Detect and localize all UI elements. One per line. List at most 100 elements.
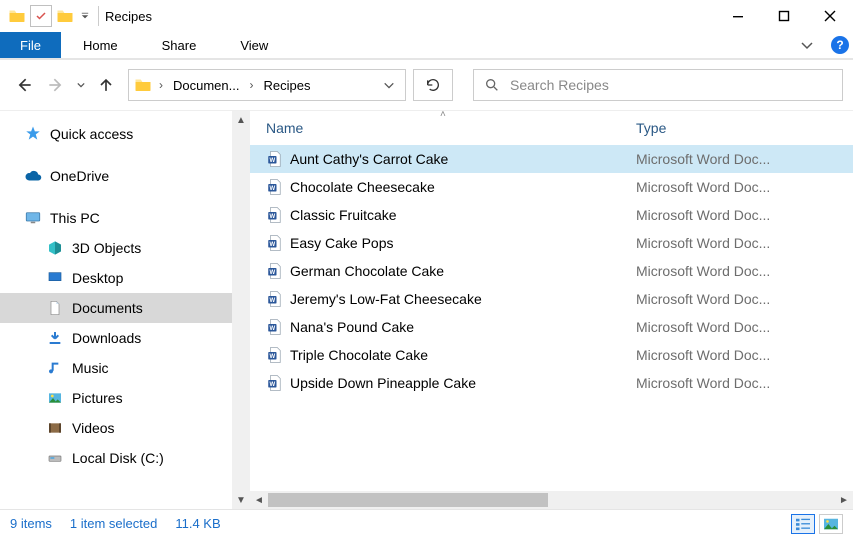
column-header-label: Name: [266, 120, 303, 136]
sidebar-item-pictures[interactable]: Pictures: [0, 383, 250, 413]
sidebar-item-music[interactable]: Music: [0, 353, 250, 383]
file-name: Easy Cake Pops: [290, 235, 636, 251]
file-row[interactable]: WTriple Chocolate CakeMicrosoft Word Doc…: [250, 341, 853, 369]
word-doc-icon: W: [266, 262, 290, 280]
download-icon: [46, 329, 64, 347]
file-row[interactable]: W Chocolate CheesecakeMicrosoft Word Doc.…: [250, 173, 853, 201]
pictures-icon: [46, 389, 64, 407]
sort-indicator-icon: ˄: [440, 109, 446, 120]
ribbon-expand-icon[interactable]: [787, 32, 827, 58]
scrollbar-thumb[interactable]: [268, 493, 548, 507]
file-tab[interactable]: File: [0, 32, 61, 58]
sidebar-item-label: This PC: [50, 210, 100, 226]
thumbnails-view-button[interactable]: [819, 514, 843, 534]
breadcrumb-documents[interactable]: Documen...: [167, 78, 245, 93]
scroll-left-icon[interactable]: ◄: [250, 491, 268, 509]
document-icon: [46, 299, 64, 317]
sidebar-item-this-pc[interactable]: This PC: [0, 203, 250, 233]
sidebar-scrollbar[interactable]: ▲ ▼: [232, 111, 250, 509]
back-button[interactable]: [10, 71, 38, 99]
file-name: Jeremy's Low-Fat Cheesecake: [290, 291, 636, 307]
details-view-button[interactable]: [791, 514, 815, 534]
breadcrumb-recipes[interactable]: Recipes: [257, 78, 316, 93]
separator: [98, 6, 99, 26]
cube-icon: [46, 239, 64, 257]
svg-text:W: W: [270, 186, 276, 192]
address-bar[interactable]: › Documen... › Recipes: [128, 69, 406, 101]
sidebar-item-onedrive[interactable]: OneDrive: [0, 161, 250, 191]
tab-share[interactable]: Share: [140, 32, 219, 58]
scroll-down-icon[interactable]: ▼: [232, 491, 250, 509]
column-headers: Name Type: [250, 111, 853, 145]
sidebar-item-3d-objects[interactable]: 3D Objects: [0, 233, 250, 263]
svg-text:W: W: [270, 242, 276, 248]
help-icon: ?: [831, 36, 849, 54]
sidebar-item-local-disk[interactable]: Local Disk (C:): [0, 443, 250, 473]
tab-view[interactable]: View: [218, 32, 290, 58]
sidebar-item-documents[interactable]: Documents: [0, 293, 250, 323]
file-name: Nana's Pound Cake: [290, 319, 636, 335]
sidebar-item-label: Pictures: [72, 390, 123, 406]
word-doc-icon: W: [266, 234, 290, 252]
file-type: Microsoft Word Doc...: [636, 179, 853, 195]
folder-icon[interactable]: [6, 5, 28, 27]
column-header-name[interactable]: Name: [266, 120, 636, 136]
sidebar-item-videos[interactable]: Videos: [0, 413, 250, 443]
sidebar-item-quick-access[interactable]: Quick access: [0, 119, 250, 149]
file-row[interactable]: WNana's Pound CakeMicrosoft Word Doc...: [250, 313, 853, 341]
scroll-up-icon[interactable]: ▲: [232, 111, 250, 129]
horizontal-scrollbar[interactable]: ◄ ►: [250, 491, 853, 509]
word-doc-icon: W: [266, 206, 290, 224]
folder-icon[interactable]: [54, 5, 76, 27]
svg-text:W: W: [270, 270, 276, 276]
file-row[interactable]: WAunt Cathy's Carrot CakeMicrosoft Word …: [250, 145, 853, 173]
sidebar-item-label: Downloads: [72, 330, 141, 346]
minimize-button[interactable]: [715, 0, 761, 32]
navigation-bar: › Documen... › Recipes: [0, 60, 853, 110]
status-bar: 9 items 1 item selected 11.4 KB: [0, 509, 853, 537]
star-icon: [24, 125, 42, 143]
sidebar-item-label: Desktop: [72, 270, 123, 286]
file-type: Microsoft Word Doc...: [636, 207, 853, 223]
sidebar-item-desktop[interactable]: Desktop: [0, 263, 250, 293]
chevron-right-icon[interactable]: ›: [245, 78, 257, 92]
status-size: 11.4 KB: [175, 516, 220, 531]
sidebar-item-label: Documents: [72, 300, 143, 316]
sidebar-item-downloads[interactable]: Downloads: [0, 323, 250, 353]
file-name: Chocolate Cheesecake: [290, 179, 636, 195]
refresh-button[interactable]: [413, 69, 453, 101]
quick-access-toolbar: [6, 5, 92, 27]
maximize-button[interactable]: [761, 0, 807, 32]
tab-home[interactable]: Home: [61, 32, 140, 58]
file-type: Microsoft Word Doc...: [636, 151, 853, 167]
file-row[interactable]: W Easy Cake PopsMicrosoft Word Doc...: [250, 229, 853, 257]
close-button[interactable]: [807, 0, 853, 32]
file-row[interactable]: WGerman Chocolate CakeMicrosoft Word Doc…: [250, 257, 853, 285]
search-box[interactable]: [473, 69, 843, 101]
cloud-icon: [24, 167, 42, 185]
help-button[interactable]: ?: [827, 32, 853, 58]
column-header-label: Type: [636, 120, 666, 136]
up-button[interactable]: [92, 71, 120, 99]
file-type: Microsoft Word Doc...: [636, 235, 853, 251]
file-row[interactable]: WUpside Down Pineapple CakeMicrosoft Wor…: [250, 369, 853, 397]
title-bar: Recipes: [0, 0, 853, 32]
file-list[interactable]: WAunt Cathy's Carrot CakeMicrosoft Word …: [250, 145, 853, 397]
chevron-right-icon[interactable]: ›: [155, 78, 167, 92]
file-name: Classic Fruitcake: [290, 207, 636, 223]
scroll-right-icon[interactable]: ►: [835, 491, 853, 509]
search-input[interactable]: [510, 77, 832, 93]
word-doc-icon: W: [266, 318, 290, 336]
forward-button[interactable]: [42, 71, 70, 99]
file-row[interactable]: W Classic FruitcakeMicrosoft Word Doc...: [250, 201, 853, 229]
recent-locations-icon[interactable]: [74, 81, 88, 89]
svg-text:W: W: [270, 214, 276, 220]
window-controls: [715, 0, 853, 32]
file-name: German Chocolate Cake: [290, 263, 636, 279]
properties-icon[interactable]: [30, 5, 52, 27]
address-dropdown-icon[interactable]: [375, 79, 403, 91]
file-row[interactable]: WJeremy's Low-Fat CheesecakeMicrosoft Wo…: [250, 285, 853, 313]
column-header-type[interactable]: Type: [636, 120, 853, 136]
qat-customize-icon[interactable]: [78, 12, 92, 20]
svg-text:W: W: [270, 354, 276, 360]
